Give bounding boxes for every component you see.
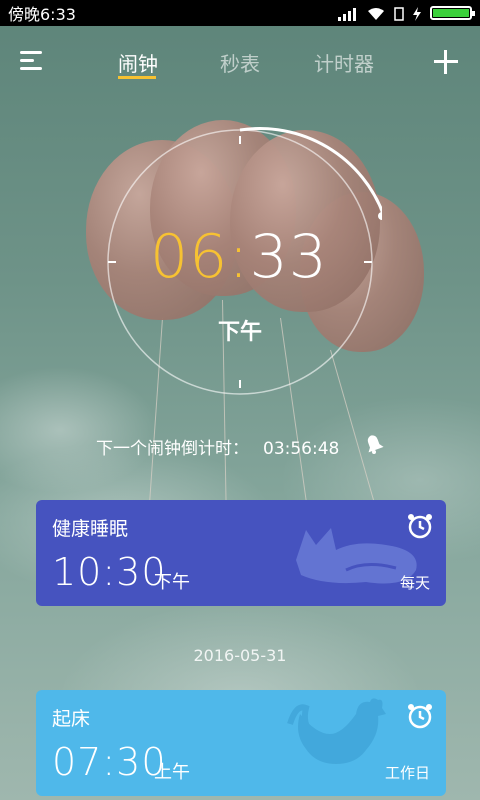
active-tab-indicator: [118, 76, 156, 79]
tab-timer[interactable]: 计时器: [314, 48, 374, 77]
status-time: 傍晚6:33: [8, 5, 76, 24]
alarm-ampm: 下午: [154, 572, 190, 593]
next-alarm-countdown: 下一个闹钟倒计时： 03:56:48: [96, 434, 339, 459]
rooster-illustration: [287, 698, 386, 764]
menu-icon[interactable]: [20, 50, 46, 72]
alarm-card[interactable]: 起床 07:30 上午 工作日: [36, 690, 446, 796]
top-navigation: 闹钟 秒表 计时器: [0, 36, 480, 86]
tab-alarm[interactable]: 闹钟: [118, 48, 158, 77]
alarm-name: 起床: [52, 708, 91, 730]
alarm-time: 07:30: [52, 740, 167, 784]
current-hours: 06: [150, 222, 229, 292]
current-time: 06:33: [150, 222, 350, 292]
countdown-label: 下一个闹钟倒计时：: [96, 439, 249, 459]
current-minutes: 33: [249, 222, 328, 292]
add-alarm-icon[interactable]: [434, 50, 458, 74]
alarm-clock-icon[interactable]: [406, 512, 434, 540]
current-ampm: 下午: [218, 320, 263, 345]
countdown-value: 03:56:48: [263, 439, 340, 459]
bell-icon: [367, 435, 384, 454]
status-bar: 傍晚6:33: [0, 0, 480, 26]
wifi-icon: [366, 6, 386, 20]
alarm-clock-icon[interactable]: [406, 702, 434, 730]
alarm-time: 10:30: [52, 550, 167, 594]
alarm-name: 健康睡眠: [52, 518, 129, 540]
charging-icon: [412, 6, 422, 21]
alarm-card[interactable]: 健康睡眠 10:30 下午 每天: [36, 500, 446, 606]
signal-icon: [338, 6, 358, 21]
sim-icon: [394, 6, 404, 21]
alarm-repeat: 每天: [399, 574, 430, 592]
tab-stopwatch[interactable]: 秒表: [220, 48, 260, 77]
alarm-ampm: 上午: [154, 762, 190, 783]
alarm-repeat: 工作日: [384, 764, 430, 782]
date-separator: 2016-05-31: [193, 646, 287, 665]
battery-icon: [430, 6, 475, 20]
time-separator: :: [228, 222, 250, 292]
